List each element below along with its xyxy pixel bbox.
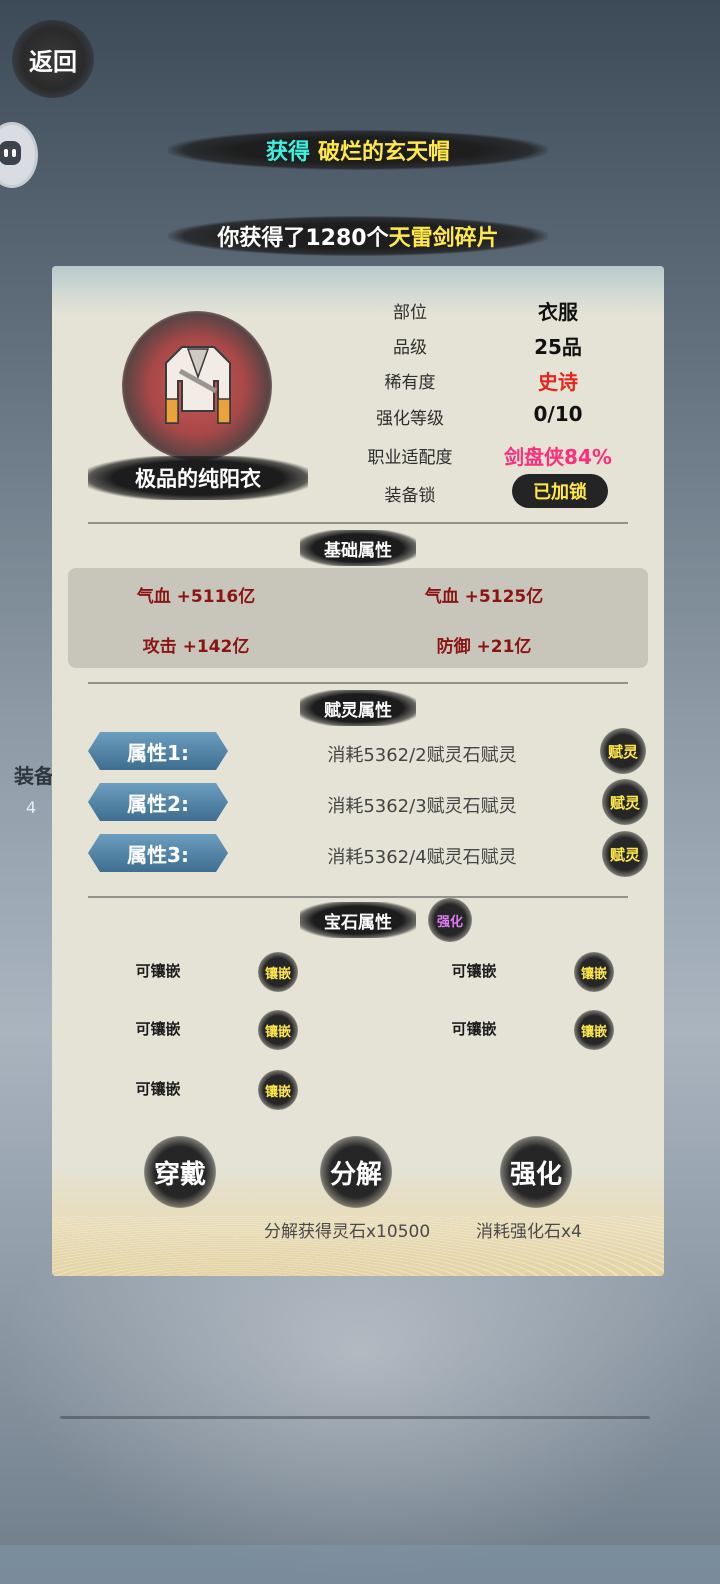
spirit-attribute-cost-1: 消耗5362/2赋灵石赋灵 [327,745,517,766]
background-divider [60,1416,650,1419]
robot-face [0,141,21,165]
gem-inlay-button[interactable]: 镶嵌 [258,952,298,992]
info-value-rarity: 史诗 [538,370,578,394]
assistant-robot-icon[interactable] [0,122,38,188]
robot-eye [12,149,16,157]
info-label-lock: 装备锁 [384,486,436,506]
decompose-reward-note: 分解获得灵石x10500 [264,1222,431,1242]
info-label-enhance-level: 强化等级 [376,409,444,429]
shards-prefix: 你获得了1280个 [217,226,389,251]
info-label-rarity: 稀有度 [384,373,436,393]
strengthen-cost-note: 消耗强化石x4 [476,1222,582,1242]
info-value-class-fit: 剑盘侠84% [504,445,612,469]
gem-inlay-button[interactable]: 镶嵌 [258,1070,298,1110]
wear-button[interactable]: 穿戴 [144,1136,216,1208]
background-equip-number: 4 [26,798,37,817]
gem-attributes-title: 宝石属性 [300,902,416,938]
shards-notice: 你获得了1280个 天雷剑碎片 [168,216,548,256]
item-name: 极品的纯阳衣 [88,456,308,500]
base-attributes-title: 基础属性 [300,530,416,566]
info-label-grade: 品级 [393,338,427,358]
gem-strengthen-button[interactable]: 强化 [428,898,472,942]
base-stat: 气血 +5125亿 [424,587,544,607]
info-label-class-fit: 职业适配度 [367,448,453,468]
gem-slot-label: 可镶嵌 [135,962,181,980]
background-equip-label: 装备 [14,764,54,788]
decompose-button[interactable]: 分解 [320,1136,392,1208]
spirit-attribute-tag-1: 属性1: [88,732,228,770]
back-button[interactable]: 返回 [12,20,94,98]
robe-icon [165,346,231,424]
section-divider [88,896,628,898]
equipment-detail-panel: 极品的纯阳衣 部位 衣服 品级 25品 稀有度 史诗 强化等级 0/10 职业适… [52,266,664,1276]
obtain-notice: 获得 破烂的玄天帽 [168,130,548,170]
spirit-button-2[interactable]: 赋灵 [602,779,648,825]
info-label-slot: 部位 [393,303,427,323]
gem-inlay-button[interactable]: 镶嵌 [574,1010,614,1050]
shards-item-name: 天雷剑碎片 [388,226,499,251]
gem-slot-label: 可镶嵌 [451,962,497,980]
spirit-button-1[interactable]: 赋灵 [600,728,646,774]
gem-slot-label: 可镶嵌 [135,1080,181,1098]
spirit-button-3[interactable]: 赋灵 [602,831,648,877]
strengthen-button[interactable]: 强化 [500,1136,572,1208]
spirit-attribute-tag-3: 属性3: [88,834,228,872]
gem-slot-label: 可镶嵌 [451,1020,497,1038]
item-image[interactable] [122,311,272,461]
gem-inlay-button[interactable]: 镶嵌 [258,1010,298,1050]
gem-slot-label: 可镶嵌 [135,1020,181,1038]
section-divider [88,682,628,684]
bottom-strip [0,1545,720,1584]
spirit-attribute-tag-2: 属性2: [88,783,228,821]
equipment-lock-toggle[interactable]: 已加锁 [512,474,608,508]
base-stat: 防御 +21亿 [436,637,532,657]
info-value-enhance-level: 0/10 [533,402,583,426]
spirit-attributes-title: 赋灵属性 [300,690,416,726]
obtain-item-name: 破烂的玄天帽 [318,140,451,165]
info-value-slot: 衣服 [538,300,578,324]
base-stat: 气血 +5116亿 [136,587,256,607]
section-divider [88,522,628,524]
info-value-grade: 25品 [534,335,582,359]
obtain-prefix: 获得 [265,140,310,165]
base-stat: 攻击 +142亿 [142,637,250,657]
gem-inlay-button[interactable]: 镶嵌 [574,952,614,992]
robot-eye [4,149,8,157]
spirit-attribute-cost-2: 消耗5362/3赋灵石赋灵 [327,796,517,817]
spirit-attribute-cost-3: 消耗5362/4赋灵石赋灵 [327,847,517,868]
